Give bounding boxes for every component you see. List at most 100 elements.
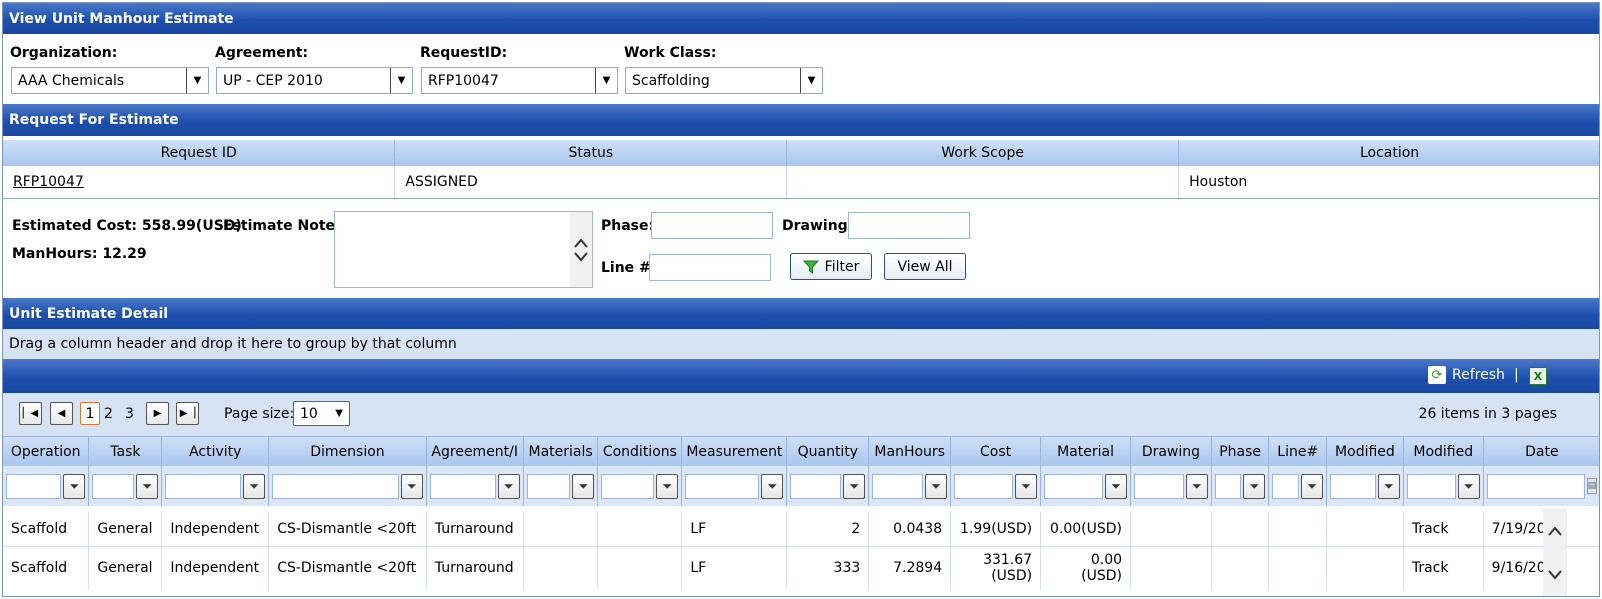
table-row[interactable]: Scaffold General Independent CS-Dismantl…	[3, 512, 1599, 547]
filter-icon[interactable]: ⏷	[761, 473, 784, 499]
filter-input-dimension[interactable]	[272, 473, 399, 499]
filter-icon[interactable]: ⏷	[572, 473, 595, 499]
filter-input-operation[interactable]	[6, 473, 62, 499]
filter-input-cost[interactable]	[954, 473, 1014, 499]
funnel-icon	[802, 260, 819, 274]
filter-icon[interactable]: ⏷	[925, 473, 948, 499]
filter-input-quantity[interactable]	[790, 473, 842, 499]
column-header-conditions[interactable]: Conditions	[597, 437, 683, 466]
column-header-activity[interactable]: Activity	[161, 437, 270, 466]
page-link-2[interactable]: 2	[104, 406, 113, 422]
page-size-select[interactable]: 10 ▼	[293, 401, 350, 426]
refresh-button[interactable]: ⟳ Refresh	[1428, 366, 1505, 384]
filter-input-modified[interactable]	[1330, 473, 1376, 499]
filter-icon[interactable]: ⏷	[497, 473, 520, 499]
filter-input-conditions[interactable]	[601, 473, 655, 499]
chevron-down-icon[interactable]	[1548, 570, 1562, 580]
column-header-manhours[interactable]: ManHours	[868, 437, 952, 466]
next-page-button[interactable]: ▶	[146, 402, 169, 425]
column-header-modified[interactable]: Modified	[1326, 437, 1404, 466]
chevron-up-icon[interactable]	[1548, 526, 1562, 536]
filter-input-line[interactable]	[1272, 473, 1300, 499]
agreement-dropdown[interactable]: UP - CEP 2010 ▼	[216, 67, 413, 94]
table-row[interactable]: RFP10047 ASSIGNED Houston	[3, 166, 1599, 199]
chevron-down-icon[interactable]	[574, 251, 588, 262]
column-header-location[interactable]: Location	[1178, 140, 1599, 166]
filter-icon[interactable]: ⏷	[1243, 473, 1266, 499]
chevron-up-icon[interactable]	[574, 237, 588, 248]
column-header-phase[interactable]: Phase	[1211, 437, 1270, 466]
filter-input-materials[interactable]	[526, 473, 571, 499]
chevron-down-icon[interactable]: ▼	[186, 68, 208, 93]
filter-icon[interactable]: ⏷	[136, 473, 159, 499]
chevron-down-icon[interactable]: ▼	[595, 68, 617, 93]
filter-icon[interactable]: ⏷	[1301, 473, 1324, 499]
filter-input-activity[interactable]	[165, 473, 242, 499]
last-page-button[interactable]: ▶▕	[176, 402, 199, 425]
column-header-task[interactable]: Task	[88, 437, 163, 466]
column-header-agreement[interactable]: Agreement/I	[426, 437, 524, 466]
column-header-work-scope[interactable]: Work Scope	[786, 140, 1180, 166]
filter-input-date[interactable]	[1486, 473, 1585, 499]
cell-cost: 1.99(USD)	[950, 512, 1042, 547]
column-header-cost[interactable]: Cost	[950, 437, 1042, 466]
cell-agreement: Turnaround	[426, 512, 524, 547]
notes-scrollbar[interactable]	[570, 212, 592, 287]
request-id-dropdown[interactable]: RFP10047 ▼	[421, 67, 618, 94]
table-row[interactable]: Scaffold General Independent CS-Dismantl…	[3, 546, 1599, 590]
filter-input-phase[interactable]	[1214, 473, 1242, 499]
filter-input-modified-by[interactable]	[1406, 473, 1456, 499]
previous-page-button[interactable]: ◀	[50, 402, 73, 425]
filter-icon[interactable]: ⏷	[400, 473, 423, 499]
export-excel-icon[interactable]: X	[1529, 367, 1547, 385]
filter-input-manhours[interactable]	[872, 473, 924, 499]
column-header-material[interactable]: Material	[1040, 437, 1132, 466]
grid-scrollbar[interactable]	[1543, 509, 1567, 596]
column-header-quantity[interactable]: Quantity	[786, 437, 870, 466]
filter-button[interactable]: Filter	[790, 253, 872, 280]
column-header-dimension[interactable]: Dimension	[268, 437, 427, 466]
page-link-3[interactable]: 3	[125, 406, 134, 422]
column-header-measurement[interactable]: Measurement	[681, 437, 788, 466]
estimate-notes-textarea[interactable]	[334, 211, 593, 288]
column-header-request-id[interactable]: Request ID	[3, 140, 396, 166]
calendar-icon[interactable]: ▤	[1587, 478, 1597, 494]
column-header-line[interactable]: Line#	[1268, 437, 1328, 466]
work-class-dropdown[interactable]: Scaffolding ▼	[625, 67, 823, 94]
filter-icon[interactable]: ⏷	[63, 473, 86, 499]
filter-icon[interactable]: ⏷	[1105, 473, 1128, 499]
column-header-modified-by[interactable]: Modified	[1403, 437, 1484, 466]
filter-icon[interactable]: ⏷	[243, 473, 266, 499]
drawing-input[interactable]	[848, 212, 970, 239]
status-cell: ASSIGNED	[394, 166, 788, 199]
filter-input-agreement[interactable]	[429, 473, 496, 499]
filter-icon[interactable]: ⏷	[1457, 473, 1480, 499]
page-link-current[interactable]: 1	[80, 402, 100, 425]
chevron-down-icon[interactable]: ▼	[800, 68, 822, 93]
group-panel[interactable]: Drag a column header and drop it here to…	[3, 329, 1599, 359]
filter-input-measurement[interactable]	[685, 473, 760, 499]
filter-input-task[interactable]	[92, 473, 135, 499]
column-header-operation[interactable]: Operation	[3, 437, 90, 466]
column-header-status[interactable]: Status	[394, 140, 788, 166]
phase-input[interactable]	[651, 212, 773, 239]
column-header-date[interactable]: Date	[1483, 437, 1599, 466]
filter-input-drawing[interactable]	[1134, 473, 1184, 499]
column-header-drawing[interactable]: Drawing	[1130, 437, 1212, 466]
grid-filter-row: ⏷ ⏷ ⏷ ⏷ ⏷ ⏷ ⏷ ⏷ ⏷ ⏷ ⏷ ⏷ ⏷ ⏷ ⏷ ⏷ ⏷ ▤	[3, 466, 1599, 506]
filter-icon[interactable]: ⏷	[843, 473, 866, 499]
view-all-button[interactable]: View All	[884, 253, 966, 280]
chevron-down-icon[interactable]: ▼	[390, 68, 412, 93]
filter-icon[interactable]: ⏷	[1015, 473, 1038, 499]
cost-amount: 331.67	[983, 552, 1033, 569]
first-page-button[interactable]: ▏◀	[19, 402, 42, 425]
filter-input-material[interactable]	[1044, 473, 1104, 499]
column-header-materials[interactable]: Materials	[523, 437, 599, 466]
filter-icon[interactable]: ⏷	[1377, 473, 1400, 499]
filter-icon[interactable]: ⏷	[656, 473, 679, 499]
line-number-input[interactable]	[649, 254, 771, 281]
organization-dropdown[interactable]: AAA Chemicals ▼	[11, 67, 209, 94]
request-id-link[interactable]: RFP10047	[13, 174, 84, 190]
request-id-cell: RFP10047	[3, 166, 396, 199]
filter-icon[interactable]: ⏷	[1185, 473, 1208, 499]
